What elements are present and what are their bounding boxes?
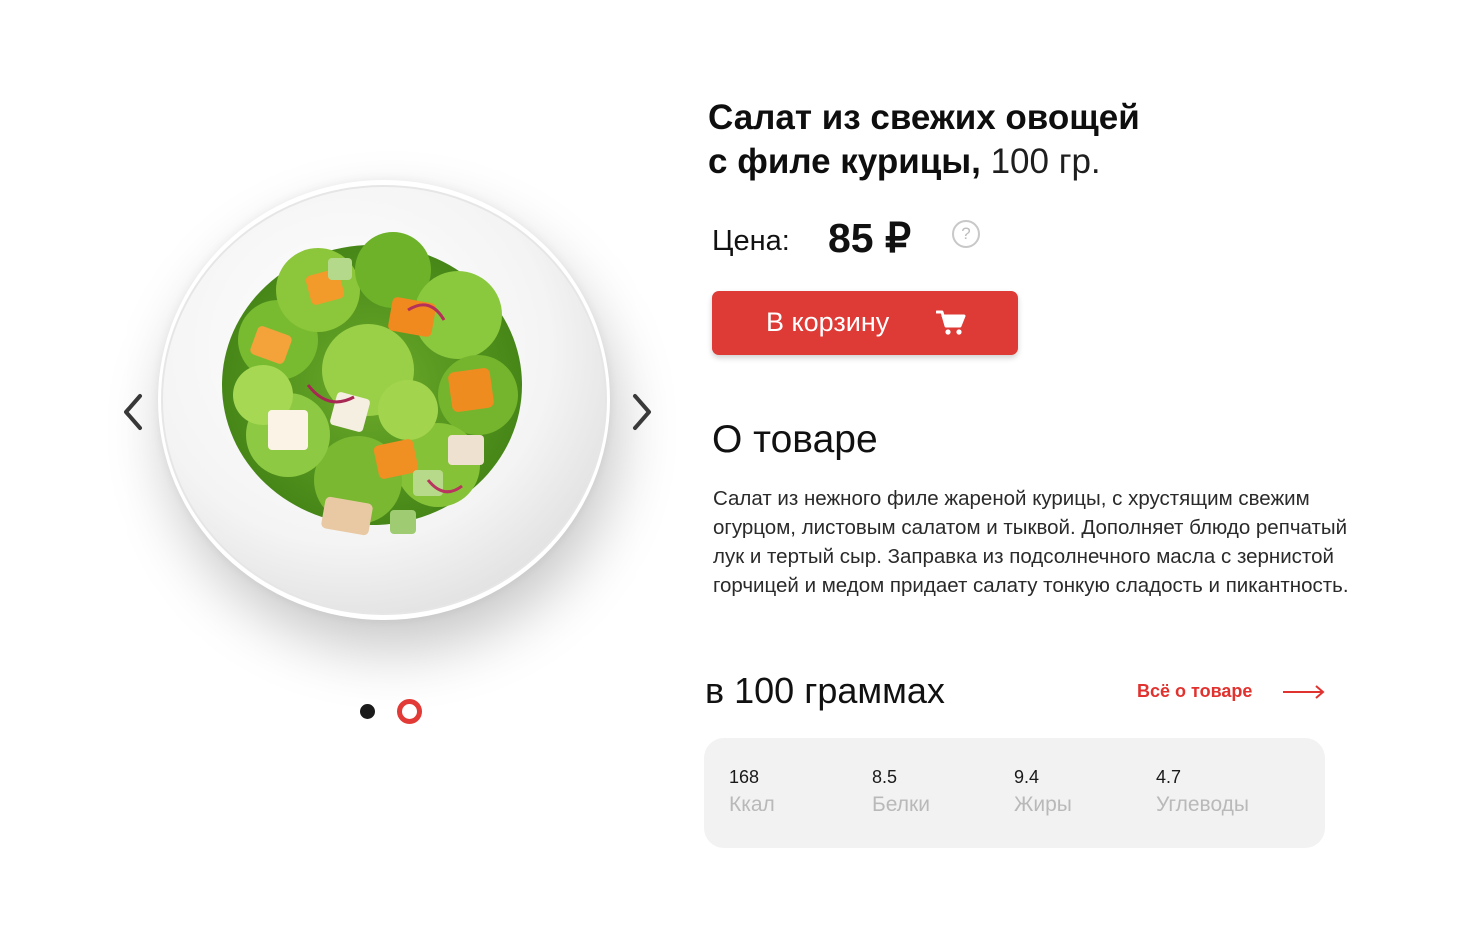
nutrition-value: 4.7 [1156, 767, 1182, 787]
product-title-line1: Салат из свежих овощей [708, 98, 1140, 137]
gallery-prev-button[interactable] [118, 390, 148, 434]
nutrition-item-kcal: 168 Ккал [729, 766, 869, 820]
nutrition-label: Ккал [729, 793, 775, 816]
nutrition-label: Жиры [1014, 793, 1072, 816]
product-weight: 100 гр. [990, 142, 1101, 181]
nutrition-item-protein: 8.5 Белки [872, 766, 1012, 820]
nutrition-value: 168 [729, 767, 760, 787]
nutrition-heading: в 100 граммах [705, 670, 945, 711]
product-page: Салат из свежих овощей с филе курицы, 10… [0, 0, 1476, 948]
help-icon[interactable]: ? [952, 220, 980, 248]
nutrition-card: 168 Ккал 8.5 Белки 9.4 Жиры 4.7 Углеводы [704, 738, 1325, 848]
about-heading: О товаре [712, 418, 878, 461]
all-about-product-label: Всё о товаре [1137, 681, 1253, 701]
chevron-right-icon [633, 394, 651, 430]
gallery-dot-2-active[interactable] [397, 699, 422, 724]
arrow-right-icon [1283, 685, 1325, 699]
price-row: Цена: 85 ₽ ? [712, 208, 1012, 268]
product-title-line2: с филе курицы, [708, 142, 981, 181]
product-title: Салат из свежих овощей с филе курицы, 10… [708, 96, 1308, 184]
chevron-left-icon [124, 394, 142, 430]
price-value: 85 ₽ [828, 215, 912, 261]
product-description: Салат из нежного филе жареной курицы, с … [713, 487, 1349, 597]
gallery-next-button[interactable] [627, 390, 657, 434]
add-to-cart-button[interactable]: В корзину [712, 291, 1018, 355]
gallery-dot-1[interactable] [360, 704, 375, 719]
nutrition-item-fat: 9.4 Жиры [1014, 766, 1154, 820]
nutrition-label: Углеводы [1156, 793, 1250, 816]
cart-icon [936, 310, 966, 335]
price-label: Цена: [712, 225, 790, 257]
nutrition-item-carbs: 4.7 Углеводы [1156, 766, 1296, 820]
all-about-product-link[interactable]: Всё о товаре [1137, 681, 1337, 705]
gallery-pagination [358, 697, 438, 727]
nutrition-value: 9.4 [1014, 767, 1040, 787]
add-to-cart-label: В корзину [766, 307, 890, 337]
product-gallery [110, 160, 670, 740]
nutrition-label: Белки [872, 793, 930, 816]
nutrition-value: 8.5 [872, 767, 898, 787]
product-image [161, 185, 607, 615]
